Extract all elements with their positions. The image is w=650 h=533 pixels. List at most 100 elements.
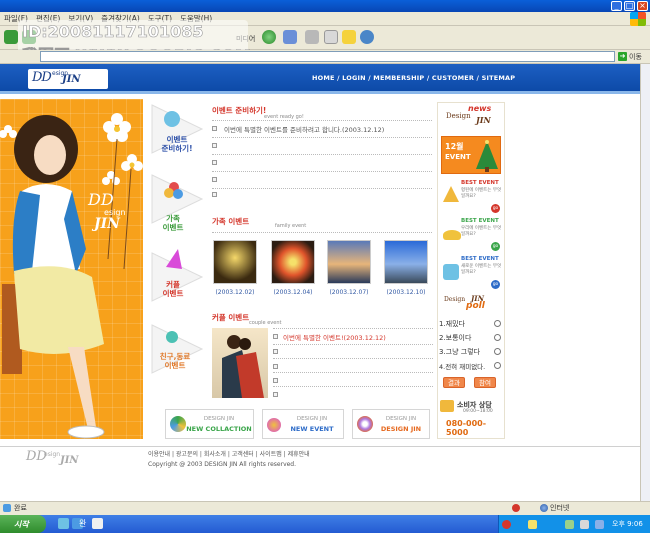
photo-fountain[interactable] xyxy=(213,240,257,284)
cd-icon xyxy=(357,416,373,432)
banner-title: DESIGN JIN xyxy=(380,425,422,433)
poll-radio-2[interactable] xyxy=(494,334,501,341)
poll-option-1: 1.재밌다 xyxy=(439,320,465,328)
section-subtitle: family event xyxy=(275,223,307,229)
tray-icon[interactable] xyxy=(528,520,537,529)
logo-jin: JIN xyxy=(62,74,81,85)
side-menu-label: 이벤트 xyxy=(164,361,186,370)
banner-design-jin[interactable]: DESIGN JIN DESIGN JIN xyxy=(352,409,430,439)
go-badge[interactable]: go xyxy=(491,204,500,213)
poll-result-button[interactable]: 결과 xyxy=(443,377,465,388)
footer-copyright: Copyright @ 2003 DESIGN JIN All rights r… xyxy=(148,461,297,468)
couple-photo[interactable] xyxy=(212,328,268,398)
history-icon[interactable] xyxy=(262,30,276,44)
side-menu-label: 커플 xyxy=(166,280,180,289)
photo-caption: (2003.12.10) xyxy=(386,289,426,296)
messenger-icon[interactable] xyxy=(360,30,374,44)
best-event-title: BEST EVENT xyxy=(461,256,499,262)
divider xyxy=(273,386,433,387)
photo-caption: (2003.12.07) xyxy=(329,289,369,296)
customer-service-box[interactable]: 소비자 상담 09:00~18:00 080-000-5000 xyxy=(438,398,504,437)
divider xyxy=(273,344,433,345)
side-menu-friends[interactable]: 친구,동료 이벤트 xyxy=(148,352,202,370)
photo-flower[interactable] xyxy=(271,240,315,284)
best-event-title: BEST EVENT xyxy=(461,218,499,224)
side-menu-couple[interactable]: 커플 이벤트 xyxy=(146,280,200,298)
poll-vote-button[interactable]: 참여 xyxy=(474,377,496,388)
side-menu-label: 가족 xyxy=(166,214,180,223)
bullet-icon xyxy=(212,160,217,165)
section-subtitle: couple event xyxy=(249,320,282,326)
family-event-section: 가족 이벤트 family event (2003.12.02) (2003.1… xyxy=(209,216,433,308)
address-input[interactable] xyxy=(40,51,615,62)
vertical-scrollbar[interactable] xyxy=(640,64,650,501)
divider xyxy=(212,232,432,233)
network-icon[interactable] xyxy=(595,520,604,529)
best-event-desc: 우리에 이벤트는 무엇일까요? xyxy=(461,226,502,237)
poll-radio-1[interactable] xyxy=(494,320,501,327)
december-event-banner[interactable]: 12월 EVENT xyxy=(441,136,501,174)
footer-links[interactable]: 이용안내 | 광고문의 | 회사소개 | 고객센터 | 사이트맵 | 제휴안내 xyxy=(148,449,310,458)
side-menu-label: 준비하기! xyxy=(161,144,193,153)
quicklaunch-label[interactable]: 완 xyxy=(79,518,86,529)
side-menu-label: 이벤트 xyxy=(162,223,184,232)
print-icon[interactable] xyxy=(305,30,319,44)
mail-icon[interactable] xyxy=(283,30,297,44)
go-button[interactable]: ➜ 이동 xyxy=(618,51,648,62)
edit-icon[interactable] xyxy=(324,30,338,44)
footer-logo-jin: JIN xyxy=(60,455,79,466)
divider xyxy=(212,188,432,189)
side-menu-label: 이벤트 xyxy=(166,135,188,144)
bullet-icon xyxy=(273,364,278,369)
start-label: 시작 xyxy=(14,519,29,529)
folder-icon[interactable] xyxy=(342,30,356,44)
go-badge[interactable]: go xyxy=(491,280,500,289)
cs-hours: 09:00~18:00 xyxy=(463,409,493,414)
photo-bridge[interactable] xyxy=(327,240,371,284)
bullet-icon xyxy=(212,143,217,148)
bullet-icon xyxy=(273,349,278,354)
best-event-1[interactable]: BEST EVENT 헝된에 이벤트는 무엇일까요? go xyxy=(441,178,503,214)
back-icon[interactable] xyxy=(4,30,18,44)
volume-icon[interactable] xyxy=(580,520,589,529)
doc-quicklaunch-icon[interactable] xyxy=(92,518,103,529)
zone-text: 인터넷 xyxy=(550,504,570,512)
maximize-button[interactable]: □ xyxy=(624,1,635,11)
hero-logo-jin: JIN xyxy=(94,216,120,232)
close-button[interactable]: × xyxy=(637,1,648,11)
ie-quicklaunch-icon[interactable] xyxy=(58,518,69,529)
minimize-button[interactable]: _ xyxy=(611,1,622,11)
side-menu-family[interactable]: 가족 이벤트 xyxy=(146,214,200,232)
ime-icon[interactable] xyxy=(502,520,511,529)
clock: 오후 9:06 xyxy=(612,520,643,528)
divider xyxy=(273,328,433,329)
start-button[interactable]: 시작 xyxy=(0,515,46,533)
site-footer xyxy=(0,446,640,501)
go-badge[interactable]: go xyxy=(491,242,500,251)
news-jin: JIN xyxy=(476,115,491,125)
poll-radio-4[interactable] xyxy=(494,362,501,369)
windows-logo-icon xyxy=(630,12,646,26)
side-menu-label: 이벤트 xyxy=(162,289,184,298)
poll-radio-3[interactable] xyxy=(494,348,501,355)
gift-box-icon xyxy=(443,264,459,280)
photo-caption: (2003.12.04) xyxy=(273,289,313,296)
banner-new-event[interactable]: DESIGN JIN NEW EVENT xyxy=(262,409,344,439)
globe-icon xyxy=(540,504,548,512)
status-text: 완료 xyxy=(14,504,27,512)
section-title: 이벤트 준비하기! xyxy=(212,106,267,115)
divider xyxy=(212,171,432,172)
banner-new-collection[interactable]: DESIGN JIN NEW COLLACTION xyxy=(165,409,254,439)
couple-event-section: 커플 이벤트 couple event 이번에 특별한 이벤트!(2003.12… xyxy=(209,312,433,402)
top-navigation[interactable]: HOME / LOGIN / MEMBERSHIP / CUSTOMER / S… xyxy=(312,74,515,82)
tray-icon[interactable] xyxy=(565,520,574,529)
side-menu-label: 친구,동료 xyxy=(159,352,191,361)
divider xyxy=(212,137,432,138)
bullet-icon xyxy=(273,378,278,383)
best-event-2[interactable]: BEST EVENT 우리에 이벤트는 무엇일까요? go xyxy=(441,216,503,252)
photo-city[interactable] xyxy=(384,240,428,284)
section-title: 커플 이벤트 xyxy=(212,313,250,322)
best-event-3[interactable]: BEST EVENT 새로운 이벤트는 무엇일까요? go xyxy=(441,254,503,290)
side-menu-event-ready[interactable]: 이벤트 준비하기! xyxy=(150,135,204,153)
news-design: Design xyxy=(446,112,471,120)
